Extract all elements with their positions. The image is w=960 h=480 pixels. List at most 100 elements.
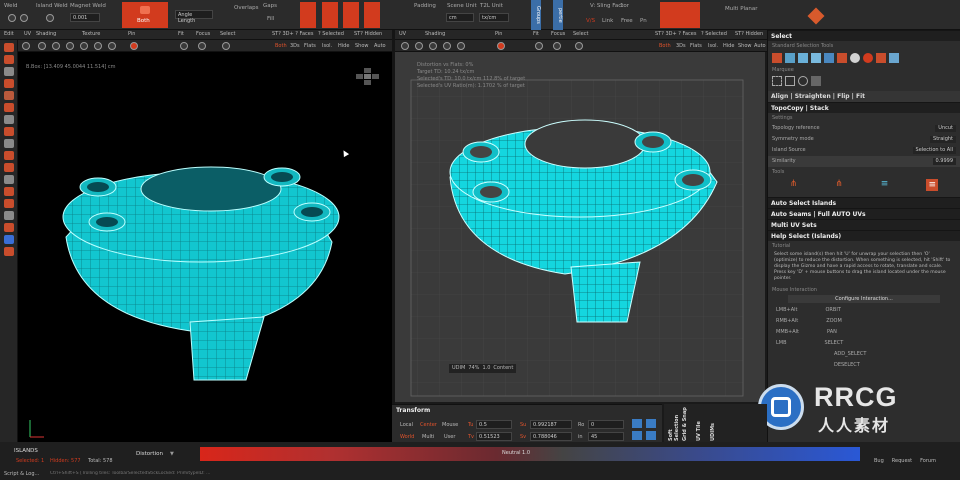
uv-mode-auto[interactable]: Auto	[754, 43, 766, 49]
planar-icon[interactable]	[807, 7, 825, 25]
magnet-weld-label[interactable]: Magnet Weld	[70, 3, 106, 9]
select-edge-mode-icon[interactable]	[785, 53, 795, 63]
angle-length-field[interactable]: Angle Length	[175, 10, 213, 24]
uv-mode-show[interactable]: Show	[738, 43, 752, 49]
udim-tool-icon[interactable]	[4, 235, 14, 244]
focus-icon[interactable]	[198, 42, 206, 50]
t2l-unit-select[interactable]: tx/cm	[479, 13, 509, 22]
select-icon[interactable]	[222, 42, 230, 50]
weld-icon[interactable]	[8, 14, 16, 22]
optimize-tool-icon[interactable]	[4, 103, 14, 112]
uv-focus-icon[interactable]	[553, 42, 561, 50]
stack-layers-icon[interactable]: ≡	[881, 179, 891, 189]
select-edge-icon[interactable]	[4, 43, 14, 52]
prop-island-source[interactable]: Island Source Selection to All	[768, 145, 960, 156]
select-mode-9-icon[interactable]	[876, 53, 886, 63]
select-section-title[interactable]: Select	[768, 30, 960, 41]
mode-isol[interactable]: Isol.	[322, 43, 332, 49]
uv-select-icon[interactable]	[575, 42, 583, 50]
weld-island-icon[interactable]	[20, 14, 28, 22]
select-mode-10-icon[interactable]	[889, 53, 899, 63]
overlaps-label[interactable]: Overlaps	[234, 5, 258, 11]
stack-tool-icon[interactable]	[4, 151, 14, 160]
mode-flats[interactable]: Flats	[304, 43, 316, 49]
auto-seams-section[interactable]: Auto Seams | Full AUTO UVs	[768, 208, 960, 219]
ro-field[interactable]: 0	[588, 420, 624, 429]
distortion-dropdown-icon[interactable]: ▼	[170, 451, 174, 457]
island-weld-label[interactable]: Island Weld	[36, 3, 68, 9]
tu-field[interactable]: 0.5	[476, 420, 512, 429]
unfold-tool-icon[interactable]	[4, 91, 14, 100]
select-mode-6-icon[interactable]	[837, 53, 847, 63]
content-label[interactable]: Content	[493, 365, 513, 372]
mode-auto[interactable]: Auto	[374, 43, 386, 49]
uv-mode-3ds[interactable]: 3Ds	[676, 43, 686, 49]
uv-mode-isol[interactable]: Isol.	[708, 43, 718, 49]
multi-planar-label[interactable]: Multi Planar	[725, 6, 758, 12]
su-field[interactable]: 0.992187	[530, 420, 572, 429]
rotate-cw-icon[interactable]	[646, 419, 656, 428]
prop-symmetry-value[interactable]: Straight	[930, 136, 956, 143]
auto-select-section[interactable]: Auto Select Islands	[768, 197, 960, 208]
marquee-solid-icon[interactable]	[785, 76, 795, 86]
viewport-3d[interactable]: B.Box: [13.409 45.0044 11.514] cm	[18, 52, 392, 442]
scale-tool-icon[interactable]	[4, 211, 14, 220]
link-label[interactable]: Link	[602, 18, 613, 24]
weld-label[interactable]: Weld	[4, 3, 18, 9]
pack-4-button[interactable]	[364, 2, 380, 28]
rotate-ccw-icon[interactable]	[632, 419, 642, 428]
udim-label[interactable]: UDIM	[452, 365, 465, 372]
prop-similarity[interactable]: Similarity 0.9999	[768, 156, 960, 167]
uv-icon[interactable]	[22, 42, 30, 50]
forum-link[interactable]: Forum	[920, 458, 936, 464]
local-toggle[interactable]: Local	[400, 422, 413, 428]
help-select-section[interactable]: Help Select (Islands)	[768, 230, 960, 241]
center-toggle[interactable]: Center	[420, 422, 437, 428]
select-mode-8-icon[interactable]	[863, 53, 873, 63]
pin-tool-icon[interactable]	[4, 163, 14, 172]
uv-pin-icon[interactable]	[497, 42, 505, 50]
tab-soft-selection[interactable]: Soft Selection	[668, 405, 680, 441]
free-label[interactable]: Free	[621, 18, 633, 24]
topo-tree-icon[interactable]: ⋔	[790, 179, 800, 189]
texture-grid-icon[interactable]	[66, 42, 74, 50]
gizmo-tool-icon[interactable]	[4, 247, 14, 256]
t2l-unit-label[interactable]: T2L Unit	[480, 3, 503, 9]
select-island-icon[interactable]	[811, 53, 821, 63]
flip-tool-icon[interactable]	[4, 175, 14, 184]
in-field[interactable]: 45	[588, 432, 624, 441]
prop-island-source-value[interactable]: Selection to All	[912, 147, 956, 154]
padding-label[interactable]: Padding	[414, 3, 436, 9]
pack-2-button[interactable]	[322, 2, 338, 28]
multi-toggle[interactable]: Multi	[422, 434, 434, 440]
weld-threshold-field[interactable]: 0.001	[70, 13, 100, 22]
straighten-tool-icon[interactable]	[4, 115, 14, 124]
marquee-fill-icon[interactable]	[811, 76, 821, 86]
rotate-tool-icon[interactable]	[4, 199, 14, 208]
uv-mode-hide[interactable]: Hide	[723, 43, 734, 49]
prop-topology[interactable]: Topology reference Uncut	[768, 123, 960, 134]
bug-link[interactable]: Bug	[874, 458, 884, 464]
vs-label[interactable]: V/S	[586, 18, 595, 24]
pack-3-button[interactable]	[343, 2, 359, 28]
distortion-label[interactable]: Distortion	[136, 451, 163, 457]
cut-icon[interactable]	[4, 67, 14, 76]
fill-label[interactable]: Fill	[267, 16, 274, 22]
user-toggle[interactable]: User	[444, 434, 455, 440]
mode-hide[interactable]: Hide	[338, 43, 349, 49]
material-icon[interactable]	[94, 42, 102, 50]
scene-unit-label[interactable]: Scene Unit	[447, 3, 477, 9]
tab-udims[interactable]: UDIMs	[710, 405, 722, 441]
split-tool-icon[interactable]	[4, 223, 14, 232]
align-section[interactable]: Align | Straighten | Flip | Fit	[768, 91, 960, 102]
rotate-90-icon[interactable]	[632, 431, 642, 440]
uv-mode-both[interactable]: Both	[659, 43, 671, 49]
bake-button[interactable]: Both	[122, 2, 168, 28]
partial-tab[interactable]: pertie	[553, 0, 563, 30]
multi-uv-section[interactable]: Multi UV Sets	[768, 219, 960, 230]
pack-tool-icon[interactable]	[4, 139, 14, 148]
topo-branch-icon[interactable]: ⋔	[835, 179, 845, 189]
select-face-icon[interactable]	[4, 55, 14, 64]
weld-tool-icon[interactable]	[4, 79, 14, 88]
request-link[interactable]: Request	[892, 458, 912, 464]
